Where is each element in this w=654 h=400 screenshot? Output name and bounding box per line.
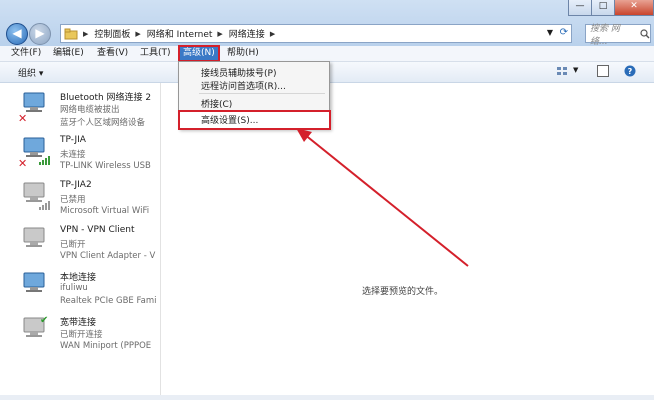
- preview-message: 选择要预览的文件。: [362, 287, 444, 297]
- status-bar: [0, 395, 654, 400]
- annotation-arrow: [296, 128, 469, 267]
